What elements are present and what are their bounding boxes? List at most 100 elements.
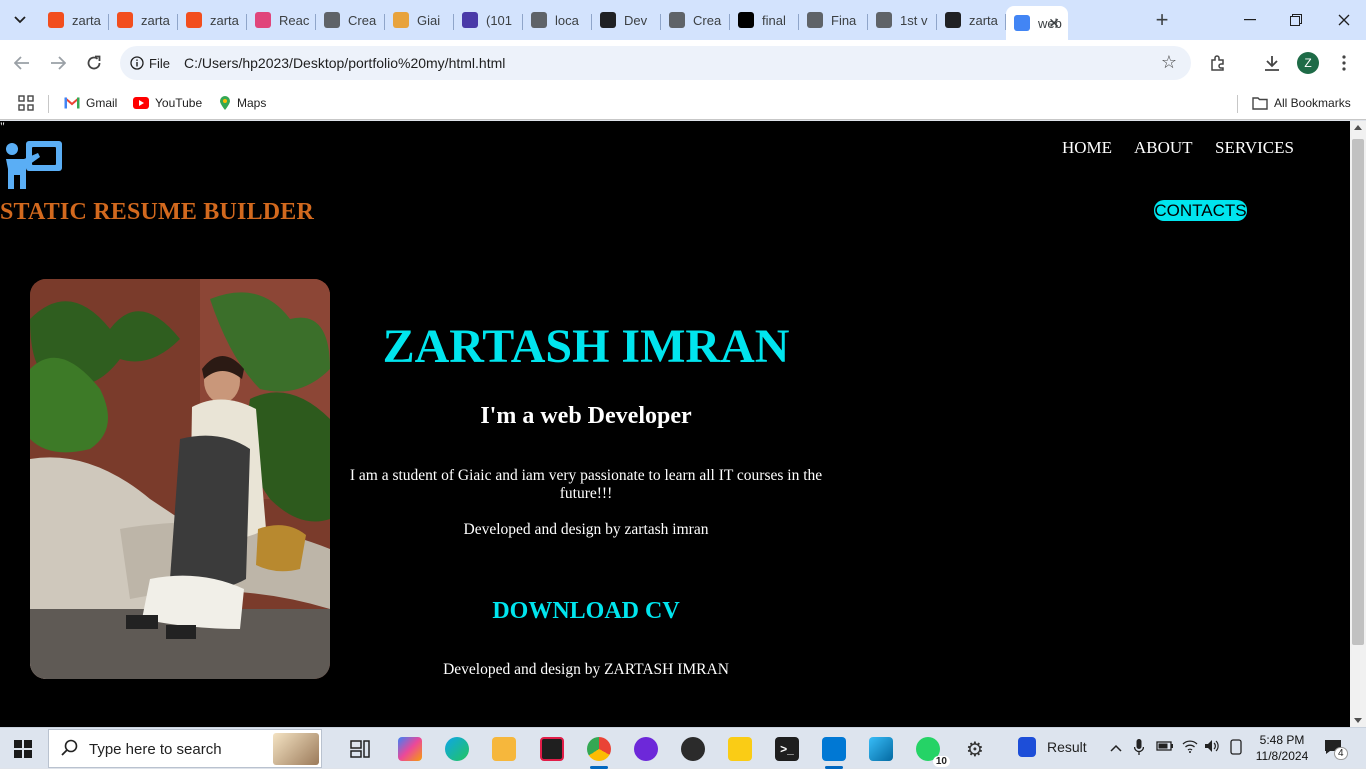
edge-icon[interactable]	[445, 737, 469, 761]
settings-gear-icon[interactable]: ⚙	[963, 737, 987, 761]
more-vert-icon	[1342, 55, 1346, 71]
search-highlight-image	[273, 733, 319, 765]
vscode-icon[interactable]	[822, 737, 846, 761]
tab[interactable]: zarta	[937, 6, 1006, 34]
tab-title: (101	[486, 12, 513, 28]
nav-home[interactable]: HOME	[1062, 138, 1112, 158]
figma-icon	[117, 12, 133, 28]
forward-button[interactable]	[46, 51, 70, 75]
taskbar-clock[interactable]: 5:48 PM 11/8/2024	[1254, 732, 1310, 764]
clock-date: 11/8/2024	[1255, 749, 1309, 763]
download-cv-link[interactable]: DOWNLOAD CV	[340, 598, 832, 625]
tab[interactable]: zarta	[178, 6, 247, 34]
tab[interactable]: zarta	[40, 6, 109, 34]
stray-quote-char: "	[0, 121, 5, 133]
minimize-button[interactable]	[1238, 8, 1262, 32]
tab-title: Crea	[693, 12, 722, 28]
maps-icon	[220, 96, 230, 110]
bookmarks-divider	[48, 95, 49, 113]
screen-recorder-icon[interactable]	[540, 737, 564, 761]
all-bookmarks-button[interactable]: All Bookmarks	[1252, 93, 1351, 113]
browser-app-icon[interactable]	[634, 737, 658, 761]
nav-about[interactable]: ABOUT	[1134, 138, 1193, 158]
page-scrollbar[interactable]	[1350, 121, 1366, 727]
scrollbar-thumb[interactable]	[1352, 139, 1364, 645]
back-button[interactable]	[10, 51, 34, 75]
notification-center-icon[interactable]: 4	[1324, 739, 1348, 760]
extensions-button[interactable]	[1206, 51, 1230, 75]
notification-badge: 4	[1334, 747, 1348, 760]
windows-taskbar: Type here to search >_ 10 ⚙ Result 5:48 …	[0, 727, 1366, 769]
battery-plug-icon[interactable]	[1156, 739, 1174, 756]
volume-icon[interactable]	[1204, 739, 1220, 756]
tab-active[interactable]: web ✕	[1006, 6, 1068, 40]
tab[interactable]: Crea	[661, 6, 730, 34]
scroll-up-arrow-icon[interactable]	[1354, 125, 1362, 130]
apps-grid-icon	[18, 95, 34, 111]
windows-start-icon[interactable]	[14, 740, 32, 758]
globe-icon	[669, 12, 685, 28]
notification-icon	[462, 12, 478, 28]
profile-avatar[interactable]: Z	[1297, 52, 1319, 74]
hero-intro: I am a student of Giaic and iam very pas…	[349, 467, 823, 502]
tab[interactable]: Reac	[247, 6, 316, 34]
tab-search-button[interactable]	[8, 8, 32, 32]
reload-button[interactable]	[82, 51, 106, 75]
weather-widget-label[interactable]: Result	[1047, 739, 1087, 755]
taskbar-search-box[interactable]: Type here to search	[48, 729, 322, 768]
tab[interactable]: (101	[454, 6, 523, 34]
tab[interactable]: final	[730, 6, 799, 34]
tab[interactable]: zarta	[109, 6, 178, 34]
bookmark-maps[interactable]: Maps	[219, 93, 266, 113]
downloads-button[interactable]	[1260, 51, 1284, 75]
info-icon	[130, 56, 144, 70]
terminal-icon[interactable]: >_	[775, 737, 799, 761]
phone-link-icon[interactable]	[1230, 739, 1242, 758]
tab[interactable]: Crea	[316, 6, 385, 34]
bookmark-youtube[interactable]: YouTube	[133, 93, 202, 113]
task-view-icon[interactable]	[348, 737, 372, 761]
apps-button[interactable]	[18, 93, 34, 113]
search-icon	[61, 739, 79, 762]
browser-toolbar: File C:/Users/hp2023/Desktop/portfolio%2…	[0, 40, 1366, 86]
tab[interactable]: Giai	[385, 6, 454, 34]
tab[interactable]: loca	[523, 6, 592, 34]
file-explorer-icon[interactable]	[492, 737, 516, 761]
globe-icon	[531, 12, 547, 28]
restore-button[interactable]	[1284, 8, 1308, 32]
bookmark-star-icon[interactable]: ☆	[1161, 52, 1177, 73]
bookmark-label: Maps	[237, 96, 267, 110]
tab[interactable]: Dev	[592, 6, 661, 34]
tab[interactable]: 1st v	[868, 6, 937, 34]
scroll-down-arrow-icon[interactable]	[1354, 718, 1362, 723]
credit-line-2: Developed and design by ZARTASH IMRAN	[443, 661, 729, 678]
menu-button[interactable]	[1332, 51, 1356, 75]
obs-icon[interactable]	[681, 737, 705, 761]
giaic-icon	[393, 12, 409, 28]
vercel-icon	[738, 12, 754, 28]
bookmarks-bar: Gmail YouTube Maps All Bookmarks	[0, 86, 1366, 120]
weather-widget-icon[interactable]	[1018, 737, 1036, 757]
bookmarks-divider	[1237, 95, 1238, 113]
address-bar[interactable]: File C:/Users/hp2023/Desktop/portfolio%2…	[120, 46, 1191, 80]
tab-close-icon[interactable]: ✕	[1048, 15, 1060, 32]
nav-services[interactable]: SERVICES	[1215, 138, 1294, 158]
sticky-notes-icon[interactable]	[728, 737, 752, 761]
chrome-icon[interactable]	[587, 737, 611, 761]
microphone-icon[interactable]	[1133, 739, 1145, 758]
url-text[interactable]: C:/Users/hp2023/Desktop/portfolio%20my/h…	[184, 55, 505, 71]
close-window-button[interactable]	[1332, 8, 1356, 32]
copilot-icon[interactable]	[398, 737, 422, 761]
photos-icon[interactable]	[869, 737, 893, 761]
bookmark-gmail[interactable]: Gmail	[64, 93, 117, 113]
tab[interactable]: Fina	[799, 6, 868, 34]
site-info-chip[interactable]: File	[130, 51, 170, 75]
globe-icon	[324, 12, 340, 28]
new-tab-button[interactable]: +	[1150, 7, 1174, 32]
whatsapp-icon[interactable]: 10	[916, 737, 950, 767]
web-page: " STATIC RESUME BUILDER HOME ABOUT SERVI…	[0, 121, 1350, 727]
wifi-icon[interactable]	[1182, 739, 1198, 756]
nav-contacts-button[interactable]: CONTACTS	[1154, 200, 1247, 221]
tray-chevron-up-icon[interactable]	[1110, 739, 1122, 755]
tab-title: Giai	[417, 12, 441, 28]
